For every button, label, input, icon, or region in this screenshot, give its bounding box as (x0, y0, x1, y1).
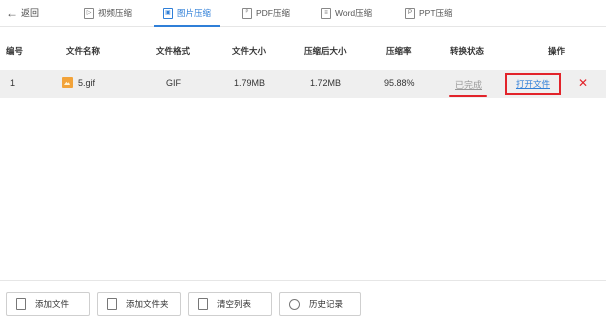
add-folder-icon (107, 298, 117, 310)
tab-word-compress[interactable]: ≡ Word压缩 (321, 5, 372, 21)
row-size: 1.79MB (234, 78, 266, 88)
tab-video-compress[interactable]: ▷ 视频压缩 (84, 5, 132, 21)
trash-icon (198, 298, 208, 310)
header-action: 操作 (548, 46, 566, 56)
history-label: 历史记录 (309, 299, 344, 309)
header-index: 编号 (6, 46, 24, 56)
tab-label: Word压缩 (335, 8, 373, 18)
header-size: 文件大小 (232, 46, 267, 56)
add-file-label: 添加文件 (35, 299, 70, 309)
header-status: 转换状态 (450, 46, 485, 56)
tab-label: PDF压缩 (256, 8, 291, 18)
row-file-name: 5.gif (78, 78, 96, 88)
top-tab-bar: ← 返回 ▷ 视频压缩 ▣ 图片压缩 ᴾ PDF压缩 ≡ Word压缩 P PP… (0, 0, 606, 27)
delete-row-icon[interactable]: ✕ (578, 76, 588, 90)
tab-pdf-compress[interactable]: ᴾ PDF压缩 (242, 5, 290, 21)
tab-label: 图片压缩 (177, 8, 212, 18)
clock-icon (289, 298, 300, 310)
back-label: 返回 (21, 8, 40, 18)
word-icon: ≡ (321, 7, 331, 19)
back-arrow-icon: ← (6, 5, 18, 20)
table-header: 编号 文件名称 文件格式 文件大小 压缩后大小 压缩率 转换状态 操作 (0, 41, 606, 59)
pdf-icon: ᴾ (242, 7, 252, 19)
image-icon: ▣ (163, 7, 173, 19)
header-ratio: 压缩率 (386, 46, 412, 56)
back-button[interactable]: ← 返回 (6, 6, 39, 19)
gif-file-icon (62, 77, 73, 88)
tab-label: 视频压缩 (98, 8, 133, 18)
history-button[interactable]: 历史记录 (279, 292, 361, 316)
open-file-button[interactable]: 打开文件 (505, 73, 561, 95)
tab-ppt-compress[interactable]: P PPT压缩 (405, 5, 453, 21)
clear-list-button[interactable]: 清空列表 (188, 292, 272, 316)
tab-image-compress[interactable]: ▣ 图片压缩 (163, 5, 211, 21)
row-ratio: 95.88% (384, 78, 415, 88)
tab-label: PPT压缩 (419, 8, 453, 18)
open-file-label: 打开文件 (515, 79, 550, 89)
row-index: 1 (10, 78, 16, 88)
add-folder-button[interactable]: 添加文件夹 (97, 292, 181, 316)
add-file-icon (16, 298, 26, 310)
row-compressed-size: 1.72MB (310, 78, 342, 88)
add-file-button[interactable]: 添加文件 (6, 292, 90, 316)
row-status: 已完成 (455, 80, 483, 90)
clear-list-label: 清空列表 (217, 299, 252, 309)
status-red-underline-annotation (449, 95, 487, 97)
header-format: 文件格式 (156, 46, 191, 56)
header-compressed-size: 压缩后大小 (304, 46, 347, 56)
bottom-divider (0, 280, 606, 281)
ppt-icon: P (405, 7, 415, 19)
active-tab-indicator (154, 25, 220, 27)
row-format: GIF (166, 78, 181, 88)
add-folder-label: 添加文件夹 (126, 299, 169, 309)
header-file-name: 文件名称 (66, 46, 101, 56)
video-icon: ▷ (84, 7, 94, 19)
